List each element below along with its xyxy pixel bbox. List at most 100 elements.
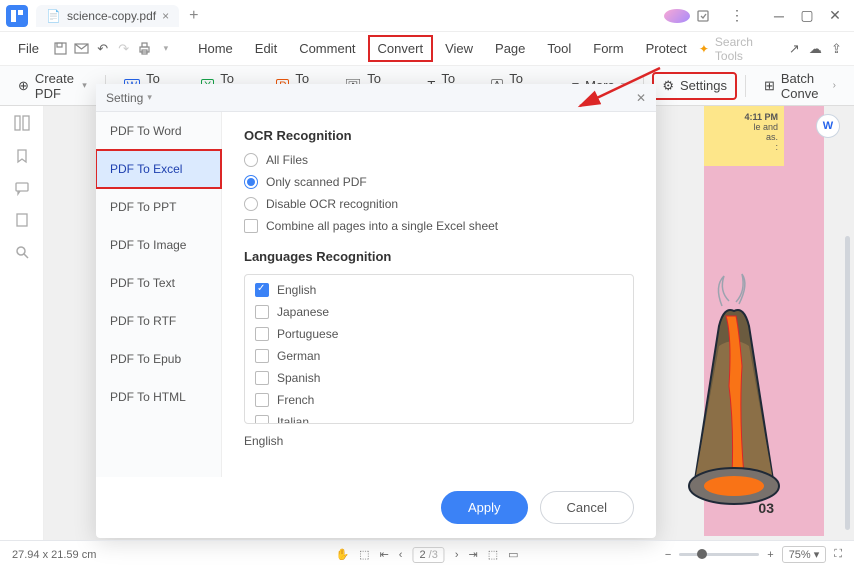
menubar: File ↶ ↷ ▾ Home Edit Comment Convert Vie… bbox=[0, 32, 854, 66]
chevron-down-icon: ▾ bbox=[82, 80, 87, 91]
tab-filename: science-copy.pdf bbox=[67, 9, 156, 23]
lang-german[interactable]: German bbox=[255, 349, 623, 363]
create-pdf-button[interactable]: ⊕Create PDF▾ bbox=[8, 65, 97, 107]
share-icon[interactable] bbox=[696, 9, 722, 23]
dialog-close-button[interactable]: ✕ bbox=[636, 91, 646, 105]
menu-convert[interactable]: Convert bbox=[368, 35, 434, 62]
plus-doc-icon: ⊕ bbox=[18, 78, 29, 94]
upload-icon[interactable]: ⇪ bbox=[827, 38, 846, 60]
dialog-title: Setting bbox=[106, 91, 143, 105]
fullscreen-icon[interactable]: ⛶ bbox=[834, 548, 842, 561]
search-panel-icon[interactable] bbox=[14, 244, 30, 260]
chevron-down-icon[interactable]: ▾ bbox=[147, 92, 152, 103]
next-page-icon[interactable]: › bbox=[455, 549, 459, 561]
save-icon[interactable] bbox=[51, 38, 70, 60]
radio-icon bbox=[244, 153, 258, 167]
bookmark-icon[interactable] bbox=[14, 148, 30, 164]
nav-pdf-to-epub[interactable]: PDF To Epub bbox=[96, 340, 221, 378]
zoom-in-icon[interactable]: + bbox=[767, 549, 773, 561]
menu-file[interactable]: File bbox=[8, 35, 49, 62]
attachment-icon[interactable] bbox=[14, 212, 30, 228]
statusbar: 27.94 x 21.59 cm ✋ ⬚ ⇤ ‹ 2 /3 › ⇥ ⬚ ▭ − … bbox=[0, 540, 854, 568]
cancel-button[interactable]: Cancel bbox=[540, 491, 634, 524]
pdf-file-icon: 📄 bbox=[46, 9, 61, 23]
fit-width-icon[interactable]: ⬚ bbox=[488, 548, 498, 561]
checkbox-icon bbox=[255, 371, 269, 385]
batch-convert-button[interactable]: ⊞Batch Conve› bbox=[754, 65, 846, 107]
checkbox-icon bbox=[255, 393, 269, 407]
ocr-all-files-radio[interactable]: All Files bbox=[244, 153, 634, 167]
checkbox-icon bbox=[255, 283, 269, 297]
maximize-button[interactable]: ▢ bbox=[794, 7, 820, 24]
settings-dialog: Setting ▾ ✕ PDF To Word PDF To Excel PDF… bbox=[96, 84, 656, 538]
menu-page[interactable]: Page bbox=[485, 35, 535, 62]
zoom-value[interactable]: 75% ▾ bbox=[782, 546, 827, 563]
cloud-icon[interactable]: ☁ bbox=[806, 38, 825, 60]
open-external-icon[interactable]: ↗ bbox=[785, 38, 804, 60]
menu-comment[interactable]: Comment bbox=[289, 35, 365, 62]
undo-icon[interactable]: ↶ bbox=[93, 38, 112, 60]
last-page-icon[interactable]: ⇥ bbox=[469, 548, 478, 561]
apply-button[interactable]: Apply bbox=[441, 491, 528, 524]
checkbox-icon bbox=[255, 327, 269, 341]
print-dropdown-icon[interactable]: ▾ bbox=[156, 38, 175, 60]
checkbox-icon bbox=[244, 219, 258, 233]
tab-close-icon[interactable]: × bbox=[162, 9, 169, 23]
lang-italian[interactable]: Italian bbox=[255, 415, 623, 424]
menu-tool[interactable]: Tool bbox=[537, 35, 581, 62]
ocr-scanned-radio[interactable]: Only scanned PDF bbox=[244, 175, 634, 189]
lang-spanish[interactable]: Spanish bbox=[255, 371, 623, 385]
lang-japanese[interactable]: Japanese bbox=[255, 305, 623, 319]
languages-list[interactable]: English Japanese Portuguese German Spani… bbox=[244, 274, 634, 424]
volcano-illustration bbox=[684, 246, 784, 526]
sticky-note[interactable]: 4:11 PM le and as. : bbox=[704, 106, 784, 166]
mail-icon[interactable] bbox=[72, 38, 91, 60]
document-page: 4:11 PM le and as. : 03 bbox=[704, 106, 824, 536]
fit-page-icon[interactable]: ▭ bbox=[508, 548, 518, 561]
lang-french[interactable]: French bbox=[255, 393, 623, 407]
page-input[interactable]: 2 /3 bbox=[412, 547, 444, 563]
lang-english[interactable]: English bbox=[255, 283, 623, 297]
prev-page-icon[interactable]: ‹ bbox=[399, 549, 403, 561]
zoom-out-icon[interactable]: − bbox=[665, 549, 671, 561]
print-icon[interactable] bbox=[135, 38, 154, 60]
nav-pdf-to-rtf[interactable]: PDF To RTF bbox=[96, 302, 221, 340]
close-window-button[interactable]: ✕ bbox=[822, 7, 848, 24]
nav-pdf-to-word[interactable]: PDF To Word bbox=[96, 112, 221, 150]
settings-button[interactable]: ⚙Settings bbox=[652, 72, 737, 100]
menu-protect[interactable]: Protect bbox=[636, 35, 697, 62]
floating-word-export-icon[interactable]: W bbox=[816, 114, 840, 138]
nav-pdf-to-image[interactable]: PDF To Image bbox=[96, 226, 221, 264]
scrollbar[interactable] bbox=[845, 236, 850, 530]
select-tool-icon[interactable]: ⬚ bbox=[359, 548, 369, 561]
batch-icon: ⊞ bbox=[764, 78, 775, 94]
ocr-disable-radio[interactable]: Disable OCR recognition bbox=[244, 197, 634, 211]
menu-view[interactable]: View bbox=[435, 35, 483, 62]
account-avatar[interactable] bbox=[664, 9, 690, 23]
kebab-menu-icon[interactable]: ⋮ bbox=[724, 7, 750, 24]
search-tools[interactable]: ✦ Search Tools bbox=[699, 35, 773, 63]
nav-pdf-to-text[interactable]: PDF To Text bbox=[96, 264, 221, 302]
window-controls: ⋮ ─ ▢ ✕ bbox=[664, 7, 848, 24]
document-tab[interactable]: 📄 science-copy.pdf × bbox=[36, 5, 179, 27]
hand-tool-icon[interactable]: ✋ bbox=[335, 548, 349, 561]
page-number: 03 bbox=[758, 500, 774, 516]
zoom-slider[interactable] bbox=[679, 553, 759, 556]
minimize-button[interactable]: ─ bbox=[766, 8, 792, 24]
menu-form[interactable]: Form bbox=[583, 35, 633, 62]
nav-pdf-to-excel[interactable]: PDF To Excel bbox=[96, 150, 221, 188]
menu-edit[interactable]: Edit bbox=[245, 35, 287, 62]
radio-icon bbox=[244, 175, 258, 189]
app-icon bbox=[6, 5, 28, 27]
nav-pdf-to-ppt[interactable]: PDF To PPT bbox=[96, 188, 221, 226]
first-page-icon[interactable]: ⇤ bbox=[380, 548, 389, 561]
menu-home[interactable]: Home bbox=[188, 35, 243, 62]
new-tab-button[interactable]: + bbox=[189, 7, 198, 25]
nav-pdf-to-html[interactable]: PDF To HTML bbox=[96, 378, 221, 416]
lang-portuguese[interactable]: Portuguese bbox=[255, 327, 623, 341]
comment-panel-icon[interactable] bbox=[14, 180, 30, 196]
redo-icon[interactable]: ↷ bbox=[114, 38, 133, 60]
ocr-heading: OCR Recognition bbox=[244, 128, 634, 143]
thumbnails-icon[interactable] bbox=[13, 114, 31, 132]
combine-pages-checkbox[interactable]: Combine all pages into a single Excel sh… bbox=[244, 219, 634, 233]
